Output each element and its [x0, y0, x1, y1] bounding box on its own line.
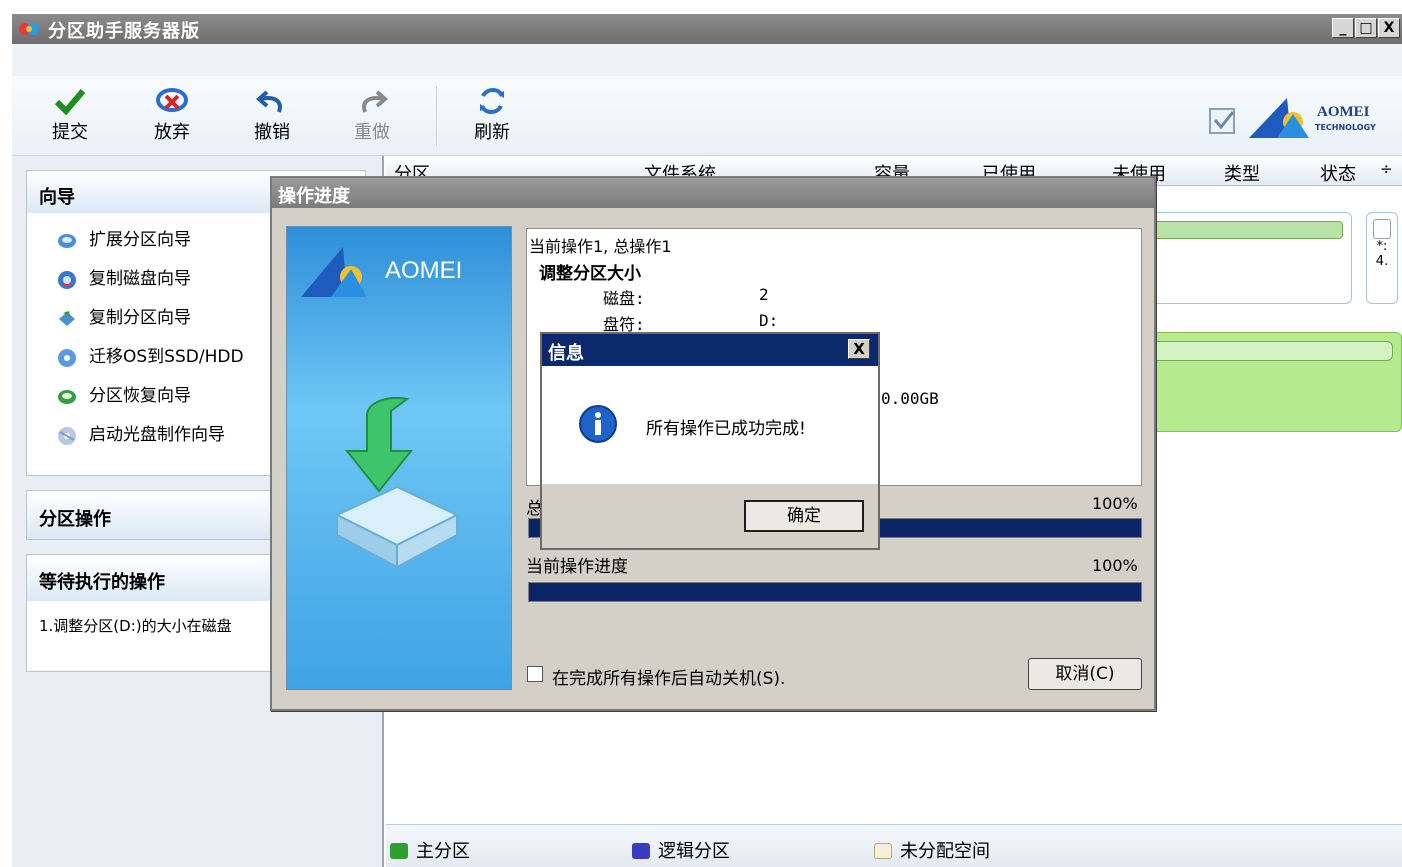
info-icon: [579, 405, 617, 443]
log-disk-value: 2: [759, 285, 769, 304]
auto-shutdown-checkbox[interactable]: [527, 666, 543, 682]
close-button[interactable]: X: [1378, 18, 1400, 38]
wizard-item-label: 复制磁盘向导: [89, 269, 191, 289]
aomei-logo-icon: [1249, 98, 1309, 138]
col-type[interactable]: 类型: [1224, 160, 1260, 186]
view-toggle-icon[interactable]: [1207, 104, 1239, 136]
total-progress-percent: 100%: [1092, 494, 1138, 513]
auto-shutdown-label[interactable]: 在完成所有操作后自动关机(S).: [552, 664, 785, 689]
log-current-op: 当前操作1, 总操作1: [529, 237, 672, 256]
progress-banner: AOMEI: [286, 226, 512, 690]
undo-button[interactable]: 撤销: [242, 86, 302, 144]
copy-disk-icon: [58, 271, 76, 289]
legend-logical-label: 逻辑分区: [658, 841, 730, 862]
redo-label: 重做: [354, 122, 390, 143]
refresh-label: 刷新: [474, 122, 510, 143]
legend-unallocated: 未分配空间: [874, 837, 990, 863]
cancel-button[interactable]: 取消(C): [1028, 658, 1142, 690]
log-disk-label: 磁盘:: [603, 289, 645, 308]
download-disk-icon: [334, 397, 460, 569]
legend-logical: 逻辑分区: [632, 837, 730, 863]
ok-button[interactable]: 确定: [744, 500, 864, 532]
legend-unallocated-label: 未分配空间: [900, 841, 990, 862]
refresh-button[interactable]: 刷新: [462, 86, 522, 144]
current-progress-bar: [528, 582, 1142, 602]
menu-bar: [12, 44, 1402, 76]
redo-icon: [362, 90, 389, 113]
discard-label: 放弃: [154, 122, 190, 143]
column-scroll-icon[interactable]: ÷: [1380, 160, 1393, 178]
aomei-logo-icon: [301, 247, 367, 297]
log-size-value: 0.00GB: [881, 389, 939, 408]
progress-dialog-title: 操作进度: [272, 178, 1154, 208]
legend-primary: 主分区: [390, 837, 470, 863]
undo-icon: [255, 90, 282, 113]
banner-brand: AOMEI: [385, 257, 463, 284]
wizard-item-label: 启动光盘制作向导: [89, 425, 225, 445]
bootable-disc-icon: [58, 427, 76, 445]
discard-button[interactable]: 放弃: [142, 86, 202, 144]
current-progress-percent: 100%: [1092, 556, 1138, 575]
window-title: 分区助手服务器版: [48, 21, 200, 42]
wizard-item-label: 复制分区向导: [89, 308, 191, 328]
disk-2-map[interactable]: [1134, 332, 1402, 432]
info-dialog-title: 信息: [548, 343, 584, 364]
toolbar-separator: [436, 86, 438, 146]
info-dialog: 信息 X 所有操作已成功完成! 确定: [540, 332, 880, 550]
brand-name: AOMEI: [1317, 104, 1370, 120]
info-dialog-body: 所有操作已成功完成!: [542, 366, 878, 484]
col-status[interactable]: 状态: [1320, 160, 1356, 186]
info-dialog-titlebar: 信息 X: [542, 334, 878, 366]
disk-side-line1: *:: [1376, 239, 1388, 254]
disk-side-line2: 4.: [1375, 254, 1389, 269]
disk-1-map[interactable]: [1134, 212, 1352, 304]
current-progress-label: 当前操作进度: [526, 557, 628, 577]
info-message: 所有操作已成功完成!: [646, 419, 806, 439]
app-icon: [19, 23, 39, 35]
close-icon[interactable]: X: [848, 339, 870, 359]
log-drive-value: D:: [759, 311, 779, 330]
minimize-button[interactable]: _: [1332, 18, 1354, 38]
disk-1-side: *: 4.: [1366, 212, 1398, 304]
wizard-item-label: 分区恢复向导: [89, 386, 191, 406]
brand-sub: TECHNOLOGY: [1315, 123, 1376, 132]
undo-label: 撤销: [254, 122, 290, 143]
partition-legend: 主分区 逻辑分区 未分配空间: [386, 824, 1402, 867]
extend-partition-icon: [58, 234, 76, 248]
discard-icon: [156, 88, 188, 112]
copy-partition-icon: [59, 311, 75, 326]
title-bar: 分区助手服务器版 _ □ X: [12, 14, 1402, 44]
toolbar: 提交 放弃 撤销 重做 刷新 AOMEI TECHNOLOGY: [12, 76, 1402, 156]
refresh-icon: [480, 88, 504, 114]
migrate-os-icon: [58, 349, 76, 367]
wizard-item-label: 扩展分区向导: [89, 230, 191, 250]
redo-button[interactable]: 重做: [342, 86, 402, 144]
wizard-item-label: 迁移OS到SSD/HDD: [89, 347, 244, 367]
checkmark-icon: [54, 89, 86, 116]
log-operation: 调整分区大小: [539, 264, 641, 284]
commit-button[interactable]: 提交: [40, 86, 100, 144]
info-dialog-footer: 确定: [542, 484, 878, 548]
commit-label: 提交: [52, 122, 88, 143]
partition-recovery-icon: [58, 390, 76, 404]
legend-primary-label: 主分区: [416, 841, 470, 862]
maximize-button[interactable]: □: [1355, 18, 1377, 38]
